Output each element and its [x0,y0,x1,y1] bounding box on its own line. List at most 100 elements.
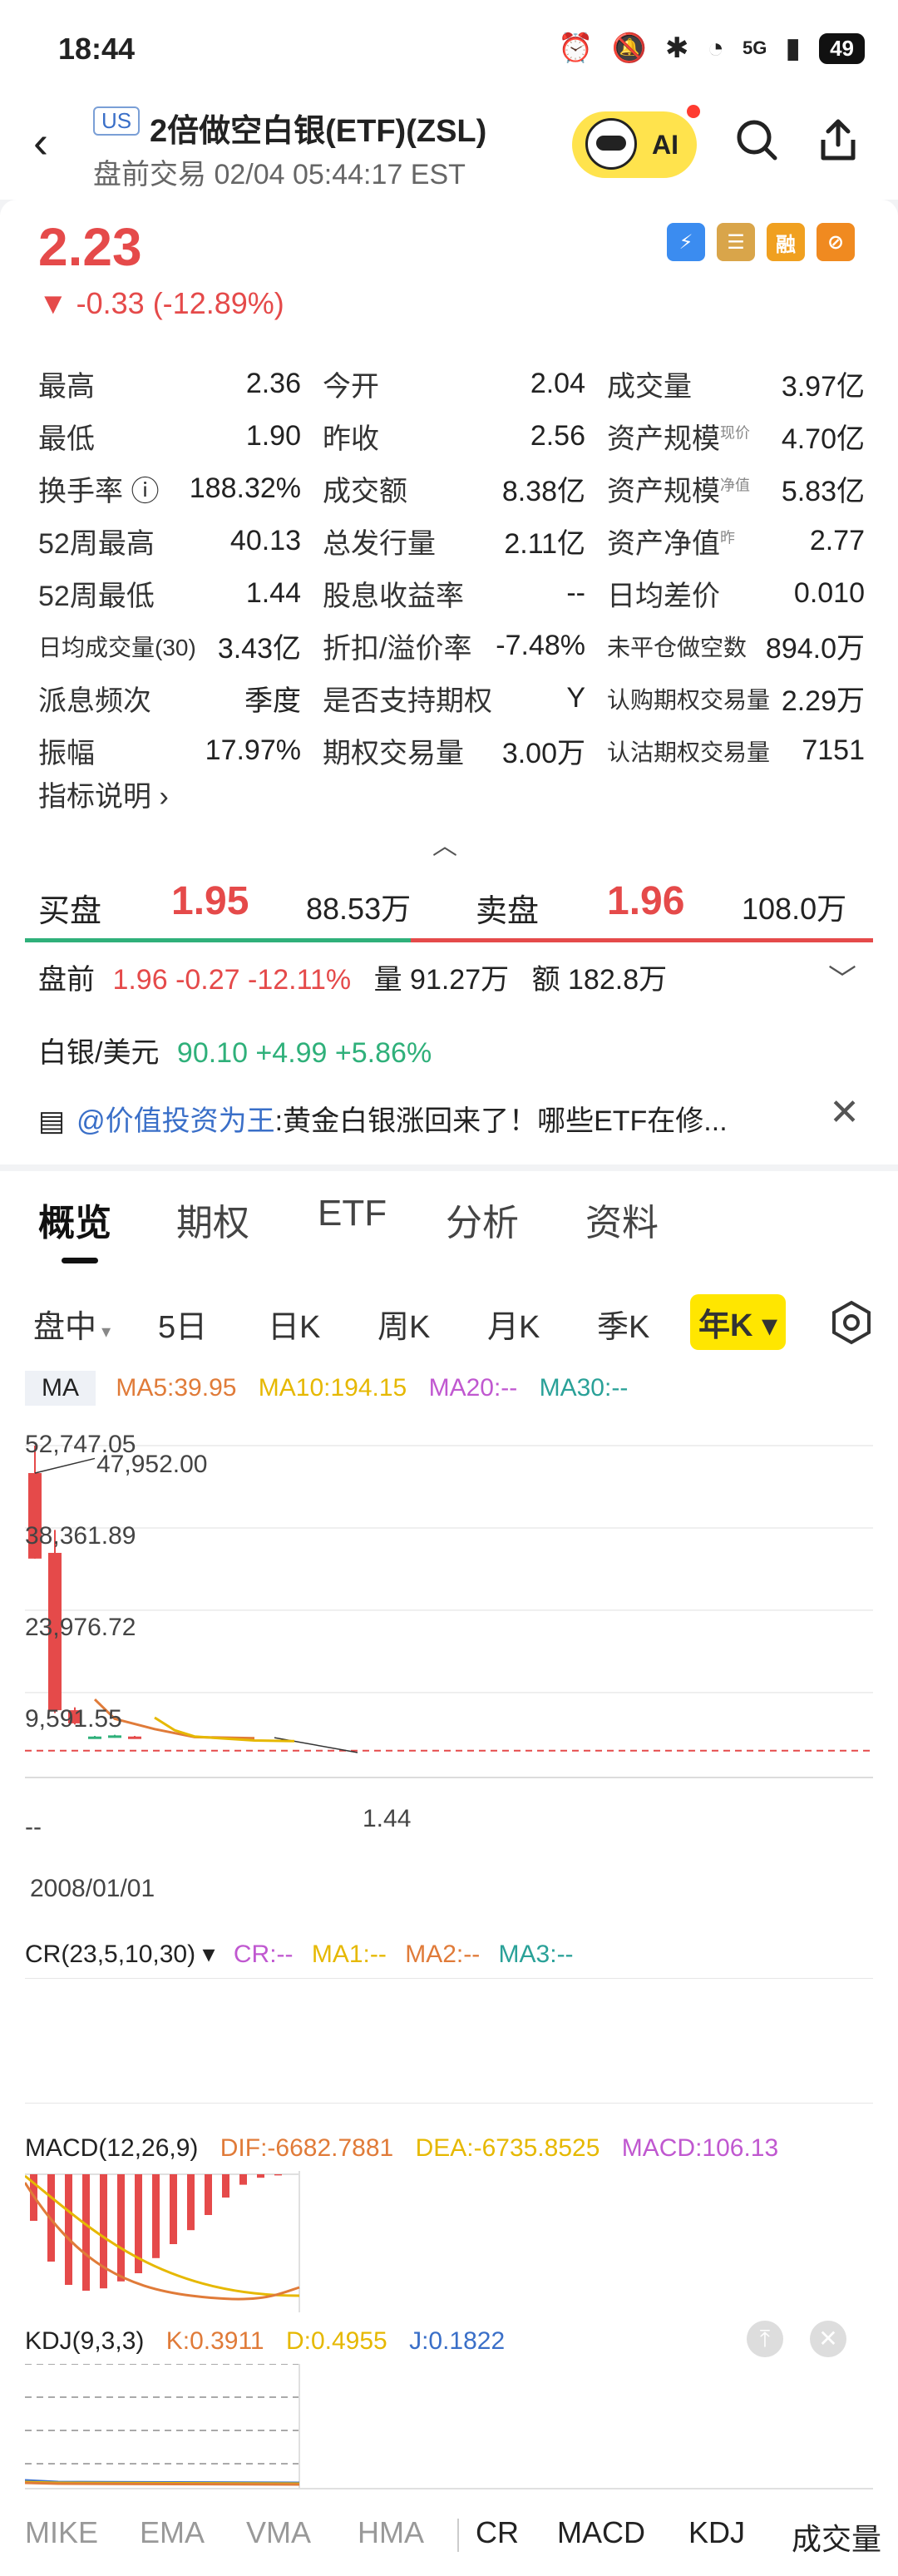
period-year[interactable]: 年K ▾ [690,1294,787,1350]
back-icon[interactable]: ‹ [33,116,48,168]
collapse-icon[interactable]: ︿ [432,825,457,862]
stat-cell: 认沽期权交易量 7151 [607,734,865,768]
bid-volume: 88.53万 [306,892,412,926]
cr-bottom-divider [25,2103,873,2104]
premarket-row[interactable]: 盘前 1.96 -0.27 -12.11% 量 91.27万 额 182.8万 [38,957,667,997]
cr-divider [25,1978,873,1979]
tab-macd[interactable]: MACD [557,2515,645,2550]
tab-separator [457,2519,459,2552]
stat-label: 资产规模现价 [607,416,750,457]
stat-label: 换手率 ⓘ [38,468,159,509]
news-ticker[interactable]: ▤ @价值投资为王:黄金白银涨回来了！哪些ETF在修... [38,1098,787,1139]
stat-label: 总发行量 [323,521,436,561]
no-short-icon[interactable]: ⊘ [817,223,855,261]
ma-legend: MA MA5:39.95 MA10:194.15 MA20:-- MA30:-- [25,1371,628,1406]
stat-value: 188.32% [189,472,301,504]
search-icon[interactable] [732,115,782,165]
stat-value: 2.77 [809,525,865,556]
period-month[interactable]: 月K [487,1301,540,1347]
stat-cell: 未平仓做空数 894.0万 [607,625,865,666]
period-5d[interactable]: 5日 [158,1301,207,1347]
stat-label: 最低 [38,416,95,457]
cr-title[interactable]: CR(23,5,10,30) ▾ [25,1941,215,1968]
status-bar: 18:44 ⏰ 🔕 ✱ ◔ 5G ▮ 49 [0,0,898,100]
tab-overview[interactable]: 概览 [38,1193,111,1246]
tab-kdj[interactable]: KDJ [688,2515,745,2550]
tab-etf[interactable]: ETF [318,1193,387,1234]
macd-bar [100,2174,107,2289]
bid-price: 1.95 [171,879,249,923]
ai-button[interactable]: AI [572,111,697,178]
candle-body [108,1735,121,1738]
related-silver[interactable]: 白银/美元 90.10 +4.99 +5.86% [38,1030,432,1070]
tab-volume[interactable]: 成交量 [792,2515,881,2559]
bluetooth-icon: ✱ [664,32,689,64]
close-indicator-icon[interactable]: ✕ [810,2321,846,2357]
ask-price: 1.96 [607,879,685,923]
pin-top-icon[interactable]: ⤒ [747,2321,783,2357]
lightning-icon[interactable]: ⚡ [667,223,705,261]
kdj-title: KDJ(9,3,3) [25,2327,145,2355]
ma10-value: MA10:194.15 [258,1374,407,1402]
tab-mike[interactable]: MIKE [25,2515,98,2550]
stat-cell: 认购期权交易量 2.29万 [607,678,865,719]
mute-icon: 🔕 [611,32,647,64]
margin-badge[interactable]: 融 [767,223,805,261]
layers-icon[interactable]: ☰ [717,223,755,261]
macd-chart[interactable] [25,2171,873,2312]
tab-profile[interactable]: 资料 [585,1193,659,1246]
max-price-marker: 47,952.00 [96,1451,208,1478]
kdj-k: K:0.3911 [165,2327,264,2355]
period-quarter[interactable]: 季K [597,1301,649,1347]
settings-icon[interactable] [828,1299,875,1346]
chart-panel: 盘中 ▾ 5日 日K 周K 月K 季K 年K ▾ MA MA5:39.95 MA… [0,1271,898,2576]
stat-label: 资产规模净值 [607,468,750,509]
tab-analysis[interactable]: 分析 [446,1193,519,1246]
stat-value: 1.44 [245,577,301,609]
stat-value: -- [566,577,585,609]
y-axis-label-4: 9,591.55 [25,1705,122,1733]
macd-bar [239,2174,247,2185]
tab-vma[interactable]: VMA [246,2515,311,2550]
cr-value: CR:-- [233,1941,294,1968]
tab-cr[interactable]: CR [476,2515,519,2550]
stats-row: 最低 1.90 昨收 2.56 资产规模现价 4.70亿 [38,410,865,462]
stats-grid: 最高 2.36 今开 2.04 成交量 3.97亿 最低 1.90 昨收 2.56 资产规模现价 4.… [38,358,865,777]
stats-row: 52周最低 1.44 股息收益率 -- 日均差价 0.010 [38,567,865,620]
cr-ma3: MA3:-- [498,1941,574,1968]
macd-dea: DEA:-6735.8525 [415,2134,600,2162]
period-intraday[interactable]: 盘中 ▾ [33,1301,111,1347]
stat-label-text: 是否支持期权 [323,685,492,717]
stat-value: 3.43亿 [217,633,301,665]
chevron-down-icon[interactable]: ﹀ [828,957,856,997]
tab-hma[interactable]: HMA [358,2515,424,2550]
tab-ema[interactable]: EMA [140,2515,205,2550]
stat-value: 4.70亿 [781,423,865,455]
comment-icon: ▤ [38,1105,66,1137]
stat-label-sup: 净值 [720,477,750,494]
period-week[interactable]: 周K [377,1301,430,1347]
price-chart[interactable] [25,1429,873,1778]
stat-value: 1.90 [245,420,301,452]
period-day[interactable]: 日K [268,1301,320,1347]
cr-ma1: MA1:-- [311,1941,387,1968]
share-icon[interactable] [813,115,863,165]
kdj-chart[interactable] [25,2364,873,2497]
stat-cell: 股息收益率 -- [323,573,585,614]
macd-bar [65,2174,72,2285]
stat-label: 最高 [38,363,95,404]
close-icon[interactable]: ✕ [829,1091,860,1134]
stat-value: 2.11亿 [504,528,585,560]
last-price: 2.23 [38,217,142,277]
macd-bar [187,2174,195,2231]
stat-label: 派息频次 [38,678,151,719]
indicator-explanation-link[interactable]: 指标说明 › [38,774,169,814]
ma-chip[interactable]: MA [25,1371,96,1406]
stat-label-text: 成交量 [607,371,692,403]
stat-label-text: 日均差价 [607,581,720,612]
stat-cell: 日均差价 0.010 [607,573,865,614]
stat-cell: 换手率 ⓘ 188.32% [38,468,301,509]
stats-row: 派息频次 季度 是否支持期权 Y 认购期权交易量 2.29万 [38,672,865,724]
tab-options[interactable]: 期权 [176,1193,249,1246]
indicator-tabs: MIKE EMA VMA HMA CR MACD KDJ 成交量 [0,2502,898,2569]
